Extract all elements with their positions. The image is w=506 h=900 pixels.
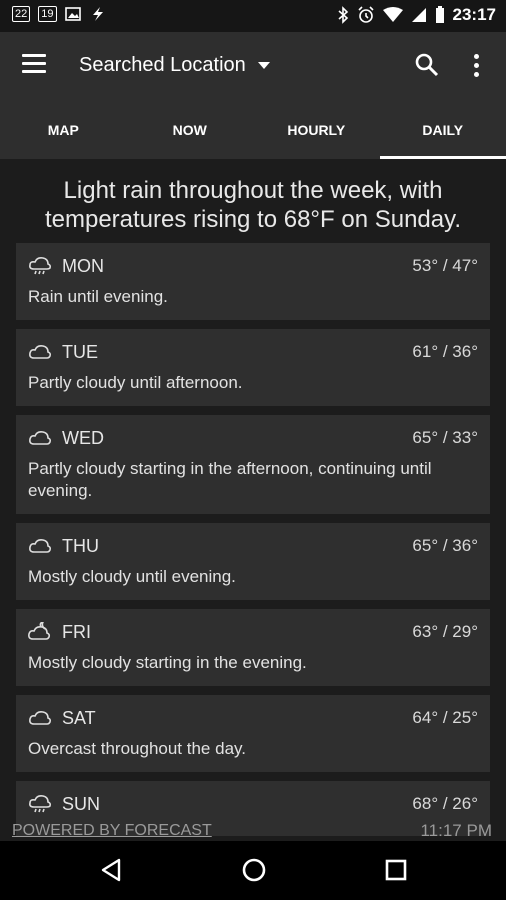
cloud-icon xyxy=(29,431,52,445)
day-label: TUE xyxy=(62,341,98,362)
day-description: Partly cloudy starting in the afternoon,… xyxy=(28,459,432,500)
day-label: WED xyxy=(62,427,104,448)
day-card-tue[interactable]: TUE 61° / 36° Partly cloudy until aftern… xyxy=(16,329,490,406)
day-description: Overcast throughout the day. xyxy=(28,739,246,758)
caret-down-icon xyxy=(257,62,270,69)
day-label: SAT xyxy=(62,707,96,728)
location-title: Searched Location xyxy=(79,54,246,76)
day-card-sat[interactable]: SAT 64° / 25° Overcast throughout the da… xyxy=(16,695,490,772)
calendar-badge: 19 xyxy=(38,6,57,22)
cloud-icon xyxy=(29,539,52,553)
rain-icon xyxy=(29,795,52,813)
day-description: Partly cloudy until afternoon. xyxy=(28,373,243,392)
tab-map[interactable]: MAP xyxy=(0,102,127,159)
signal-icon xyxy=(411,8,426,22)
search-icon[interactable] xyxy=(414,52,440,78)
tab-hourly[interactable]: HOURLY xyxy=(253,102,380,159)
location-dropdown[interactable]: Searched Location xyxy=(79,54,270,77)
bluetooth-icon xyxy=(337,6,348,24)
wifi-icon xyxy=(382,7,403,22)
overflow-menu-icon[interactable] xyxy=(474,54,482,78)
day-temps: 65° / 33° xyxy=(412,428,478,447)
battery-icon xyxy=(435,6,444,23)
system-nav-bar xyxy=(0,841,506,900)
day-temps: 65° / 36° xyxy=(412,536,478,555)
day-temps: 63° / 29° xyxy=(412,622,478,641)
day-temps: 68° / 26° xyxy=(412,794,478,813)
day-description: Rain until evening. xyxy=(28,287,168,306)
day-label: THU xyxy=(62,535,99,556)
day-card-fri[interactable]: FRI 63° / 29° Mostly cloudy starting in … xyxy=(16,609,490,686)
daily-forecast-list: MON 53° / 47° Rain until evening. TUE 61… xyxy=(16,243,490,845)
day-temps: 61° / 36° xyxy=(412,342,478,361)
home-icon[interactable] xyxy=(241,857,267,883)
tab-bar: MAP NOW HOURLY DAILY xyxy=(0,102,506,159)
day-card-mon[interactable]: MON 53° / 47° Rain until evening. xyxy=(16,243,490,320)
day-description: Mostly cloudy until evening. xyxy=(28,567,236,586)
day-label: SUN xyxy=(62,793,101,814)
day-temps: 64° / 25° xyxy=(412,708,478,727)
day-label: FRI xyxy=(62,621,91,642)
cloud-icon xyxy=(29,711,52,725)
rain-icon xyxy=(29,257,52,275)
flash-icon xyxy=(92,7,103,21)
weekly-summary: Light rain throughout the week, with tem… xyxy=(44,177,462,233)
app-bar: Searched Location xyxy=(0,32,506,102)
day-card-thu[interactable]: THU 65° / 36° Mostly cloudy until evenin… xyxy=(16,523,490,600)
menu-icon[interactable] xyxy=(22,54,46,74)
day-card-wed[interactable]: WED 65° / 33° Partly cloudy starting in … xyxy=(16,415,490,514)
powered-by-link[interactable]: POWERED BY FORECAST xyxy=(12,822,212,840)
recents-icon[interactable] xyxy=(384,857,408,883)
tab-daily[interactable]: DAILY xyxy=(379,102,506,159)
back-icon[interactable] xyxy=(99,857,123,883)
day-label: MON xyxy=(62,255,104,276)
alarm-icon xyxy=(357,6,374,23)
status-time: 23:17 xyxy=(452,5,496,24)
day-description: Mostly cloudy starting in the evening. xyxy=(28,653,307,672)
tab-now[interactable]: NOW xyxy=(127,102,254,159)
partly-cloudy-night-icon xyxy=(28,622,51,640)
image-icon xyxy=(64,7,81,21)
updated-time: 11:17 PM xyxy=(420,821,492,840)
status-bar: 22 19 23:17 xyxy=(0,0,506,32)
day-temps: 53° / 47° xyxy=(412,256,478,275)
cloud-icon xyxy=(29,345,52,359)
notification-badge: 22 xyxy=(12,6,31,22)
